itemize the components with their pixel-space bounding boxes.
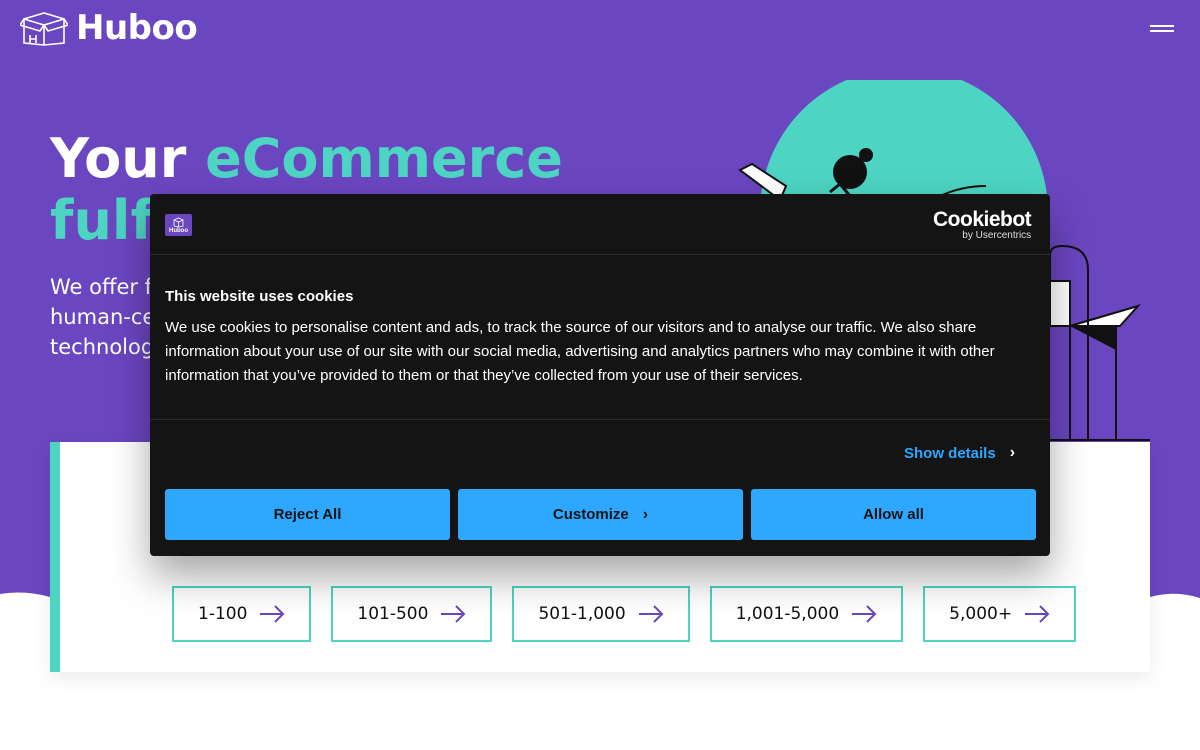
headline-prefix: Your — [50, 127, 206, 190]
range-button-1-100[interactable]: 1-100 — [172, 586, 312, 642]
page: Huboo Your eCommerce fulfi We offer fu h… — [0, 0, 1200, 750]
show-details-link[interactable]: Show details › — [904, 444, 1015, 462]
arrow-right-icon — [638, 605, 664, 623]
arrow-right-icon — [441, 605, 466, 623]
arrow-right-icon — [852, 605, 877, 623]
headline-accent: eCommerce — [205, 127, 563, 190]
allow-label: Allow all — [863, 506, 924, 523]
range-button-501-1000[interactable]: 501-1,000 — [512, 586, 690, 642]
cookie-button-row: Reject All Customize › Allow all — [165, 489, 1036, 540]
order-range-options: 1-100 101-500 501-1,000 1,001-5,000 5,00… — [172, 586, 1077, 642]
cookie-dialog-body: We use cookies to personalise content an… — [165, 319, 995, 384]
customize-label: Customize — [552, 506, 629, 523]
cookie-dialog-header: Huboo Cookiebot by Usercentrics — [150, 194, 1050, 255]
range-label: 501-1,000 — [538, 604, 626, 624]
box-icon — [20, 12, 68, 46]
arrow-right-icon — [1025, 605, 1050, 623]
box-icon — [173, 217, 184, 228]
range-label: 1,001-5,000 — [735, 604, 840, 624]
reject-all-button[interactable]: Reject All — [165, 489, 450, 540]
cookie-consent-dialog: Huboo Cookiebot by Usercentrics This web… — [150, 194, 1050, 556]
cookiebot-logo[interactable]: Cookiebot by Usercentrics — [933, 208, 1032, 241]
card-accent-bar — [50, 442, 60, 672]
hamburger-menu-icon[interactable] — [1150, 22, 1178, 42]
allow-all-button[interactable]: Allow all — [751, 489, 1036, 540]
huboo-small-logo: Huboo — [165, 214, 192, 236]
customize-button[interactable]: Customize › — [458, 489, 743, 540]
brand-name: Huboo — [76, 8, 198, 48]
cookiebot-name: Cookiebot — [933, 208, 1032, 231]
chevron-right-icon: › — [1009, 444, 1016, 461]
show-details-label: Show details — [904, 444, 996, 462]
range-label: 101-500 — [357, 604, 429, 624]
divider — [150, 419, 1050, 420]
range-button-5000-plus[interactable]: 5,000+ — [923, 586, 1077, 642]
cookie-dialog-title: This website uses cookies — [165, 288, 354, 305]
brand-logo[interactable]: Huboo — [20, 8, 198, 48]
range-button-101-500[interactable]: 101-500 — [331, 586, 493, 642]
arrow-right-icon — [260, 605, 285, 623]
range-button-1001-5000[interactable]: 1,001-5,000 — [709, 586, 904, 642]
small-logo-label: Huboo — [169, 228, 188, 234]
range-label: 1-100 — [198, 604, 248, 624]
reject-label: Reject All — [273, 506, 342, 523]
chevron-right-icon: › — [642, 505, 649, 523]
range-label: 5,000+ — [949, 604, 1013, 624]
